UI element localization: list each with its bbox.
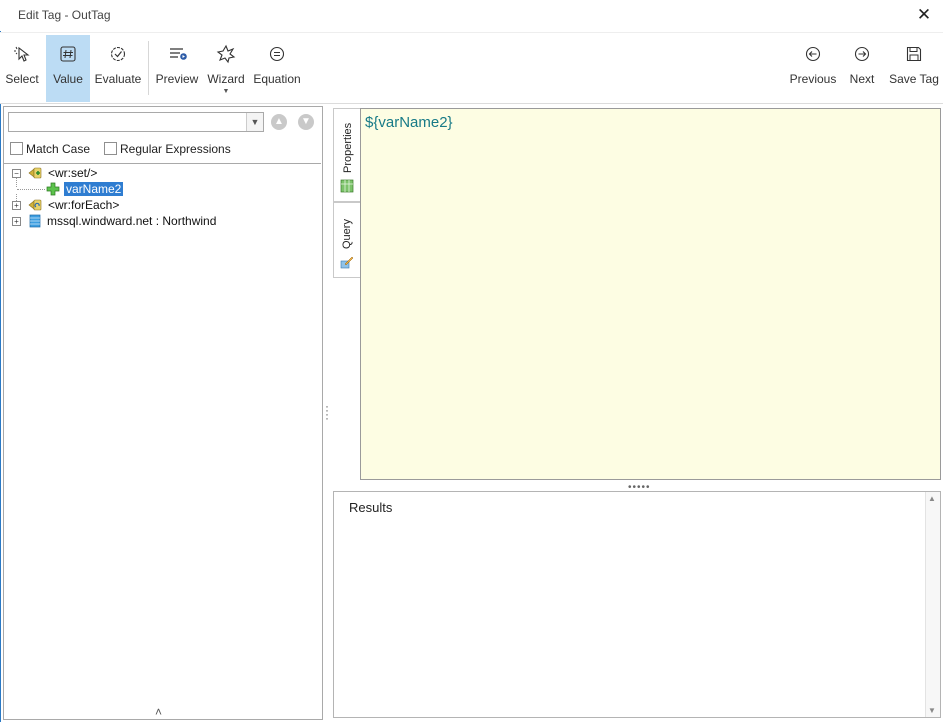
wizard-dropdown-icon[interactable]: ▼ — [204, 88, 248, 95]
equation-label: Equation — [253, 72, 301, 86]
next-button[interactable]: Next — [842, 35, 882, 102]
arrow-left-circle-icon — [788, 43, 838, 65]
search-up-icon[interactable]: ▲ — [271, 114, 287, 130]
database-icon — [28, 214, 42, 228]
ribbon-toolbar: Select Value Evaluate Preview Wizard ▼ E… — [0, 32, 943, 104]
results-label: Results — [349, 500, 393, 515]
scroll-down-icon[interactable]: ▼ — [928, 706, 936, 715]
results-panel: Results ▲ ▼ — [333, 491, 941, 718]
tree-item-wr-set[interactable]: <wr:set/> — [48, 165, 97, 181]
chevron-down-icon[interactable]: ▼ — [246, 113, 263, 131]
tab-properties-label: Properties — [342, 122, 354, 173]
value-label: Value — [53, 72, 83, 86]
wizard-label: Wizard — [207, 72, 245, 86]
side-tabs: Properties Query — [333, 108, 361, 278]
tab-properties[interactable]: Properties — [333, 108, 360, 202]
expand-toggle[interactable]: + — [12, 217, 21, 226]
check-circle-icon — [93, 43, 143, 65]
value-button[interactable]: Value — [46, 35, 90, 102]
window-title: Edit Tag - OutTag — [18, 8, 111, 22]
tab-query-label: Query — [341, 219, 353, 249]
arrow-right-circle-icon — [842, 43, 882, 65]
vertical-splitter[interactable]: · · · · — [325, 400, 329, 424]
search-combo[interactable]: ▼ — [8, 112, 264, 132]
save-icon — [887, 43, 941, 65]
tag-tree: − <wr:set/> varName2 + <wr:forEach> + ms… — [4, 163, 321, 707]
results-scrollbar[interactable]: ▲ ▼ — [925, 492, 940, 717]
previous-label: Previous — [789, 72, 837, 86]
select-label: Select — [5, 72, 39, 86]
next-label: Next — [849, 72, 875, 86]
select-button[interactable]: Select — [2, 35, 42, 102]
collapse-toggle[interactable]: − — [12, 169, 21, 178]
evaluate-label: Evaluate — [94, 72, 142, 86]
editor-expression: ${varName2} — [365, 114, 453, 131]
value-editor[interactable]: ${varName2} — [360, 108, 941, 480]
scroll-up-icon[interactable]: ▲ — [928, 494, 936, 503]
match-case-label: Match Case — [26, 142, 91, 156]
foreach-tag-icon — [28, 198, 42, 212]
preview-button[interactable]: Preview — [155, 35, 199, 102]
tree-item-wr-foreach[interactable]: <wr:forEach> — [48, 197, 119, 213]
evaluate-button[interactable]: Evaluate — [93, 35, 143, 102]
save-tag-label: Save Tag — [889, 72, 939, 86]
match-case-checkbox[interactable] — [10, 142, 23, 155]
close-button[interactable]: ✕ — [913, 4, 935, 26]
tree-item-datasource[interactable]: mssql.windward.net : Northwind — [47, 213, 216, 229]
tab-query[interactable]: Query — [333, 202, 361, 278]
previous-button[interactable]: Previous — [788, 35, 838, 102]
equation-button[interactable]: Equation — [252, 35, 302, 102]
equals-circle-icon — [252, 43, 302, 65]
wizard-icon — [204, 43, 248, 65]
tree-item-varname2-label: varName2 — [64, 182, 124, 196]
wizard-button[interactable]: Wizard ▼ — [204, 35, 248, 102]
search-down-icon[interactable]: ▼ — [298, 114, 314, 130]
save-tag-button[interactable]: Save Tag — [887, 35, 941, 102]
chevron-up-icon[interactable]: ˄ — [155, 705, 162, 719]
title-bar: Edit Tag - OutTag ✕ — [0, 0, 943, 31]
expand-toggle[interactable]: + — [12, 201, 21, 210]
regex-checkbox[interactable] — [104, 142, 117, 155]
properties-icon — [340, 179, 354, 193]
regex-label: Regular Expressions — [120, 142, 231, 156]
query-icon — [340, 255, 354, 269]
set-tag-icon — [28, 166, 42, 180]
ribbon-separator — [148, 41, 149, 95]
preview-label: Preview — [155, 72, 199, 86]
hash-icon — [46, 43, 90, 65]
plus-variable-icon — [46, 182, 60, 196]
cursor-icon — [2, 43, 42, 65]
window-border — [0, 0, 1, 722]
tree-item-varname2[interactable]: varName2 — [64, 181, 124, 197]
preview-icon — [155, 43, 199, 65]
